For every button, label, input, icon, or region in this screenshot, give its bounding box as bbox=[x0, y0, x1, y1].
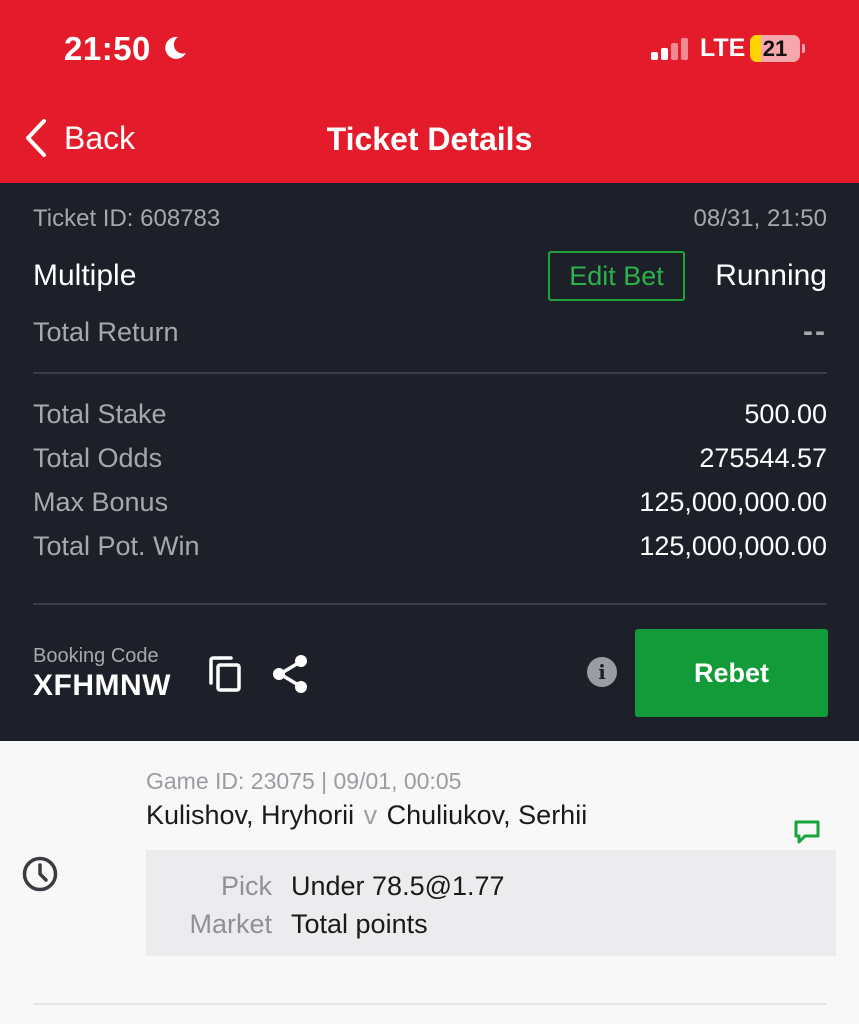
total-stake-label: Total Stake bbox=[33, 399, 167, 429]
market-value: Total points bbox=[291, 909, 428, 939]
max-bonus-value: 125,000,000.00 bbox=[639, 487, 827, 517]
booking-code: XFHMNW bbox=[33, 669, 171, 702]
total-odds-label: Total Odds bbox=[33, 443, 163, 473]
moon-icon bbox=[165, 36, 186, 59]
page-title: Ticket Details bbox=[326, 121, 533, 157]
network-type: LTE bbox=[700, 34, 746, 62]
clock-icon bbox=[22, 856, 58, 892]
divider bbox=[33, 1003, 827, 1005]
status-time: 21:50 bbox=[64, 30, 151, 67]
pick-label: Pick bbox=[220, 871, 272, 901]
selection-card: Game ID: 23075 | 09/01, 00:05 Kulishov, … bbox=[0, 741, 859, 1024]
bet-type: Multiple bbox=[33, 259, 137, 292]
edit-bet-button[interactable]: Edit Bet bbox=[548, 251, 685, 301]
divider bbox=[33, 603, 827, 605]
rebet-button[interactable]: Rebet bbox=[635, 629, 828, 717]
ticket-datetime: 08/31, 21:50 bbox=[693, 205, 827, 232]
battery-icon: 21 bbox=[750, 35, 800, 62]
signal-icon bbox=[651, 38, 688, 60]
match-teams: Kulishov, Hryhorii v Chuliukov, Serhii bbox=[146, 800, 587, 831]
total-return-label: Total Return bbox=[33, 317, 179, 347]
battery-level: 21 bbox=[762, 36, 788, 61]
pick-value: Under 78.5@1.77 bbox=[291, 871, 505, 901]
total-return-value: -- bbox=[803, 315, 827, 348]
booking-code-label: Booking Code bbox=[33, 645, 159, 667]
market-label: Market bbox=[189, 909, 272, 939]
copy-icon[interactable] bbox=[207, 655, 243, 693]
pick-details: Pick Under 78.5@1.77 Market Total points bbox=[146, 850, 836, 956]
divider bbox=[33, 372, 827, 374]
total-pot-win-label: Total Pot. Win bbox=[33, 531, 200, 561]
away-team: Chuliukov, Serhii bbox=[386, 800, 588, 830]
ticket-id: Ticket ID: 608783 bbox=[33, 205, 221, 232]
total-odds-value: 275544.57 bbox=[699, 443, 827, 473]
ticket-summary: Ticket ID: 608783 08/31, 21:50 Multiple … bbox=[0, 183, 859, 741]
versus-label: v bbox=[363, 800, 378, 830]
app-header: 21:50 LTE 21 Back Ticket Details bbox=[0, 0, 859, 183]
chat-icon[interactable] bbox=[793, 819, 821, 845]
game-meta: Game ID: 23075 | 09/01, 00:05 bbox=[146, 768, 462, 794]
battery-tip bbox=[802, 44, 805, 53]
share-icon[interactable] bbox=[271, 654, 309, 694]
ticket-status: Running bbox=[715, 259, 827, 292]
max-bonus-label: Max Bonus bbox=[33, 487, 169, 517]
total-pot-win-value: 125,000,000.00 bbox=[639, 531, 827, 561]
home-team: Kulishov, Hryhorii bbox=[146, 800, 355, 830]
total-stake-value: 500.00 bbox=[744, 399, 827, 429]
info-icon[interactable]: i bbox=[587, 657, 617, 687]
